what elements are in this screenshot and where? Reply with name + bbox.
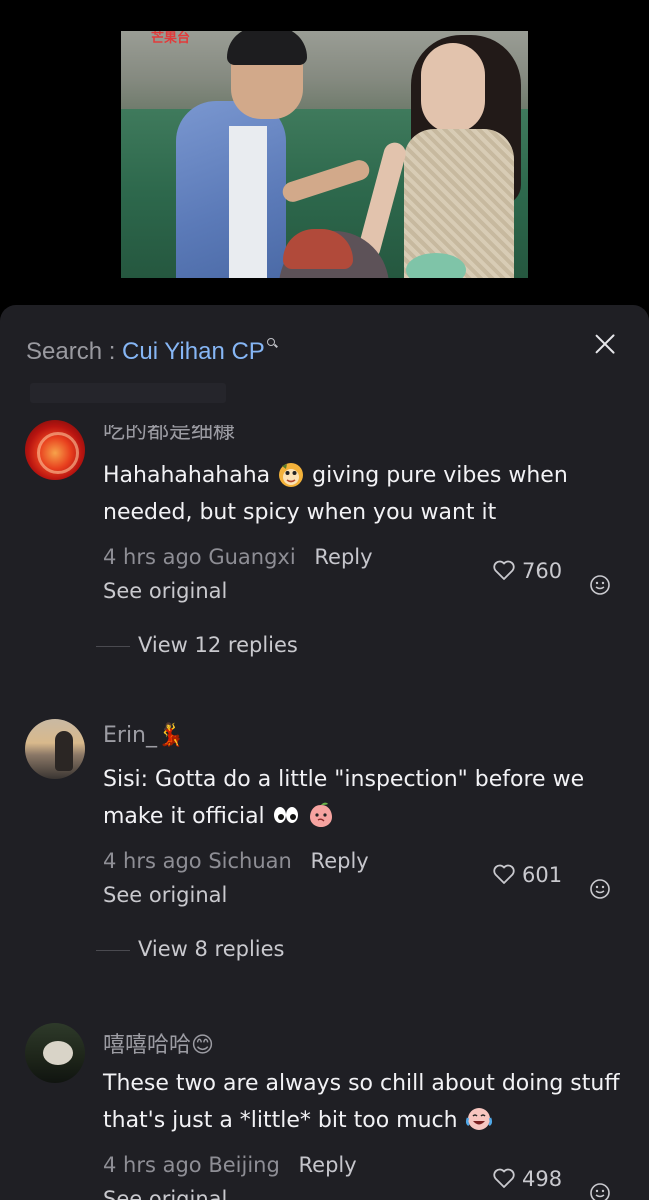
sheet-header: Search : Cui Yihan CP — [0, 305, 649, 415]
search-icon[interactable] — [266, 338, 277, 350]
video-person-left-hair — [227, 31, 307, 65]
view-replies-button[interactable]: View 8 replies — [96, 937, 285, 961]
view-replies-button[interactable]: View 12 replies — [96, 633, 298, 657]
comment-location: Guangxi — [208, 545, 296, 569]
comment-time: 4 hrs ago — [103, 545, 202, 569]
comment-text: These two are always so chill about doin… — [103, 1065, 623, 1139]
heart-icon — [492, 863, 516, 885]
comment-username[interactable]: Erin_💃 — [103, 723, 184, 748]
see-original-button[interactable]: See original — [103, 883, 227, 907]
peach-face-icon — [307, 801, 335, 829]
comment-username[interactable]: 嘻嘻哈哈😊 — [103, 1027, 214, 1059]
reply-button[interactable]: Reply — [299, 1153, 357, 1177]
like-button[interactable]: 760 — [492, 559, 562, 583]
redacted-subtitle — [30, 383, 226, 403]
video-person-right-head — [421, 43, 485, 133]
like-count: 498 — [522, 1167, 563, 1191]
see-original-button[interactable]: See original — [103, 1187, 227, 1200]
channel-logo: 芒果台 — [151, 31, 191, 46]
emoji-reaction-icon[interactable] — [589, 878, 611, 900]
avatar[interactable] — [25, 420, 85, 480]
comment-text: Sisi: Gotta do a little "inspection" bef… — [103, 761, 623, 835]
reply-button[interactable]: Reply — [314, 545, 372, 569]
crying-laughing-icon — [465, 1105, 493, 1133]
search-query[interactable]: Search : Cui Yihan CP — [26, 338, 277, 366]
view-replies-label: View 8 replies — [138, 937, 285, 961]
comment-text: Hahahahahaha giving pure vibes when need… — [103, 457, 623, 531]
comment-text-part: Sisi: Gotta do a little "inspection" bef… — [103, 767, 585, 829]
heart-icon — [492, 559, 516, 581]
comment-meta: 4 hrs ago Guangxi Reply — [103, 545, 373, 569]
reply-divider — [96, 645, 130, 647]
avatar[interactable] — [25, 719, 85, 779]
reply-button[interactable]: Reply — [311, 849, 369, 873]
see-original-button[interactable]: See original — [103, 579, 227, 603]
video-frame[interactable]: 芒果台 — [121, 31, 528, 278]
search-prefix: Search : — [26, 338, 123, 365]
comment-time: 4 hrs ago — [103, 849, 202, 873]
emoji-reaction-icon[interactable] — [589, 574, 611, 596]
eyes-icon — [272, 801, 300, 829]
comment-meta: 4 hrs ago Beijing Reply — [103, 1153, 357, 1177]
comments-sheet: Search : Cui Yihan CP 吃的都是细糠 Hahahahahah… — [0, 305, 649, 1200]
comment-meta: 4 hrs ago Sichuan Reply — [103, 849, 369, 873]
like-count: 760 — [522, 559, 563, 583]
reply-divider — [96, 949, 130, 951]
view-replies-label: View 12 replies — [138, 633, 298, 657]
video-person-left-shirt — [229, 126, 267, 278]
close-button[interactable] — [588, 327, 622, 361]
like-button[interactable]: 601 — [492, 863, 562, 887]
comment-time: 4 hrs ago — [103, 1153, 202, 1177]
search-term-link[interactable]: Cui Yihan CP — [122, 338, 265, 365]
avatar[interactable] — [25, 1023, 85, 1083]
heart-icon — [492, 1167, 516, 1189]
like-button[interactable]: 498 — [492, 1167, 562, 1191]
comment-location: Beijing — [208, 1153, 280, 1177]
like-count: 601 — [522, 863, 563, 887]
emoji-reaction-icon[interactable] — [589, 1182, 611, 1200]
comment-text-part: These two are always so chill about doin… — [103, 1071, 620, 1133]
comment-text-part: Hahahahahaha — [103, 463, 271, 488]
monkey-face-icon — [277, 460, 305, 488]
video-player[interactable]: 芒果台 — [0, 0, 649, 310]
comment-location: Sichuan — [208, 849, 292, 873]
comment-username[interactable]: 吃的都是细糠 — [103, 425, 235, 445]
